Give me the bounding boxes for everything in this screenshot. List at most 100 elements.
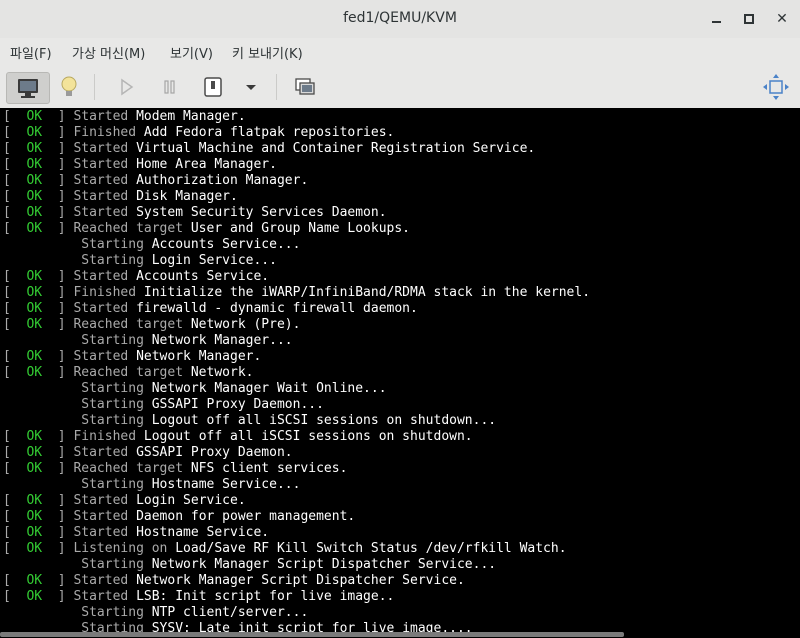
status-prefix: [ OK ] <box>3 365 74 380</box>
ok-status: OK <box>26 589 43 604</box>
log-message: Accounts Service. <box>136 269 270 284</box>
log-verb: Started <box>73 141 129 156</box>
status-prefix: [ OK ] <box>3 349 74 364</box>
log-message: GSSAPI Proxy Daemon... <box>151 397 324 412</box>
log-verb: Starting <box>81 381 144 396</box>
snapshot-button[interactable] <box>290 72 320 102</box>
status-prefix: [ OK ] <box>3 205 74 220</box>
close-button[interactable]: ✕ <box>772 9 792 29</box>
console-line: Starting Network Manager Wait Online... <box>3 381 386 397</box>
log-verb: Started <box>73 493 129 508</box>
ok-status: OK <box>26 573 43 588</box>
run-button[interactable] <box>112 72 140 102</box>
menu-view[interactable]: 보기(V) <box>170 43 213 62</box>
console-line: [ OK ] Started LSB: Init script for live… <box>3 589 394 605</box>
status-prefix: [ OK ] <box>3 141 74 156</box>
log-message: Virtual Machine and Container Registrati… <box>136 141 536 156</box>
shutdown-button[interactable] <box>200 72 226 102</box>
console-line: [ OK ] Reached target Network (Pre). <box>3 317 300 333</box>
log-verb: Started <box>73 445 129 460</box>
console-view-button[interactable] <box>6 72 50 104</box>
log-verb: Started <box>73 269 129 284</box>
log-message: Modem Manager. <box>136 109 246 124</box>
chevron-down-icon <box>246 85 256 90</box>
log-verb: Starting <box>81 605 144 620</box>
horizontal-scrollbar[interactable] <box>0 632 624 637</box>
log-verb: Started <box>73 205 129 220</box>
log-verb: Started <box>73 157 129 172</box>
ok-status: OK <box>26 445 43 460</box>
log-message: NTP client/server... <box>151 605 309 620</box>
details-view-button[interactable] <box>54 72 84 102</box>
ok-status: OK <box>26 189 43 204</box>
status-prefix <box>3 605 81 620</box>
console-line: [ OK ] Started firewalld - dynamic firew… <box>3 301 418 317</box>
shutdown-menu-button[interactable] <box>240 72 262 102</box>
log-message: LSB: Init script for live image.. <box>136 589 395 604</box>
status-prefix: [ OK ] <box>3 221 74 236</box>
status-prefix: [ OK ] <box>3 189 74 204</box>
log-message: Load/Save RF Kill Switch Status /dev/rfk… <box>175 541 567 556</box>
menu-file[interactable]: 파일(F) <box>10 43 52 62</box>
status-prefix: [ OK ] <box>3 269 74 284</box>
power-icon <box>204 77 222 97</box>
log-message: Daemon for power management. <box>136 509 356 524</box>
console-line: Starting Network Manager... <box>3 333 292 349</box>
log-verb: Started <box>73 189 129 204</box>
maximize-icon <box>744 14 754 24</box>
ok-status: OK <box>26 317 43 332</box>
log-verb: Started <box>73 509 129 524</box>
log-verb: Reached target <box>73 461 184 476</box>
log-message: Network Manager Script Dispatcher Servic… <box>136 573 465 588</box>
toolbar-separator <box>94 74 95 100</box>
lightbulb-icon <box>61 76 77 96</box>
status-prefix: [ OK ] <box>3 573 74 588</box>
monitor-icon <box>18 79 38 98</box>
minimize-button[interactable] <box>706 9 726 29</box>
fullscreen-button[interactable] <box>760 72 792 102</box>
ok-status: OK <box>26 109 43 124</box>
status-prefix: [ OK ] <box>3 429 74 444</box>
log-verb: Starting <box>81 253 144 268</box>
console-line: Starting Network Manager Script Dispatch… <box>3 557 496 573</box>
status-prefix <box>3 333 81 348</box>
pause-button[interactable] <box>156 72 184 102</box>
log-verb: Finished <box>73 285 137 300</box>
log-message: Login Service. <box>136 493 246 508</box>
vm-console[interactable]: [ OK ] Started Modem Manager. [ OK ] Fini… <box>0 108 800 638</box>
console-line: [ OK ] Started Daemon for power manageme… <box>3 509 355 525</box>
status-prefix: [ OK ] <box>3 317 74 332</box>
status-prefix: [ OK ] <box>3 493 74 508</box>
toolbar-separator <box>276 74 277 100</box>
ok-status: OK <box>26 141 43 156</box>
log-message: GSSAPI Proxy Daemon. <box>136 445 293 460</box>
console-line: [ OK ] Reached target NFS client service… <box>3 461 347 477</box>
menu-bar: 파일(F) 가상 머신(M) 보기(V) 키 보내기(K) <box>0 38 800 64</box>
toolbar <box>0 64 800 109</box>
console-line: [ OK ] Reached target Network. <box>3 365 253 381</box>
log-message: Disk Manager. <box>136 189 238 204</box>
status-prefix: [ OK ] <box>3 285 74 300</box>
menu-virtual-machine[interactable]: 가상 머신(M) <box>72 43 145 62</box>
menu-send-key[interactable]: 키 보내기(K) <box>232 43 303 62</box>
status-prefix <box>3 237 81 252</box>
log-message: Authorization Manager. <box>136 173 309 188</box>
log-verb: Started <box>73 301 129 316</box>
resize-icon <box>763 74 789 100</box>
ok-status: OK <box>26 365 43 380</box>
log-verb: Started <box>73 525 129 540</box>
status-prefix: [ OK ] <box>3 109 74 124</box>
console-line: [ OK ] Started Virtual Machine and Conta… <box>3 141 535 157</box>
log-verb: Finished <box>73 125 137 140</box>
log-message: Network Manager Script Dispatcher Servic… <box>151 557 497 572</box>
play-icon <box>121 78 134 96</box>
status-prefix: [ OK ] <box>3 509 74 524</box>
ok-status: OK <box>26 269 43 284</box>
ok-status: OK <box>26 461 43 476</box>
maximize-button[interactable] <box>739 9 759 29</box>
log-message: Login Service... <box>151 253 277 268</box>
ok-status: OK <box>26 221 43 236</box>
ok-status: OK <box>26 285 43 300</box>
log-verb: Finished <box>73 429 137 444</box>
console-line: Starting Accounts Service... <box>3 237 300 253</box>
